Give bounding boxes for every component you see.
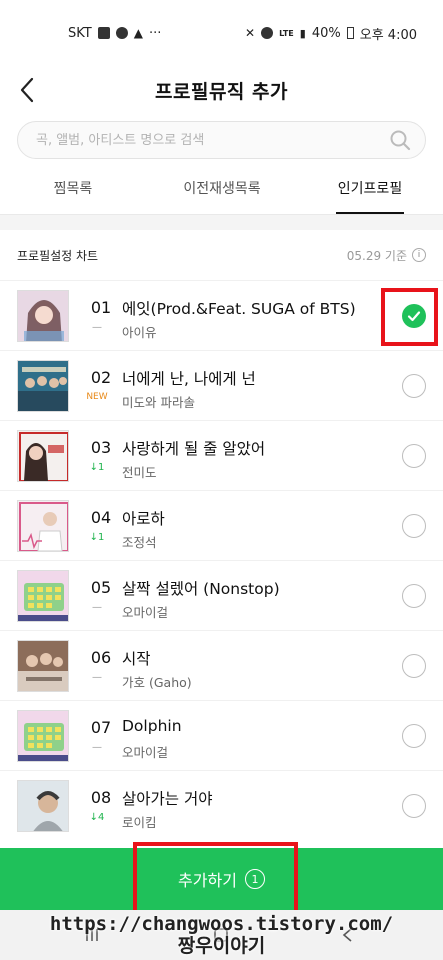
song-row[interactable]: 08 ↓4 살아가는 거야 로이킴: [0, 770, 443, 840]
song-list: 01 — 에잇(Prod.&Feat. SUGA of BTS) 아이유 02 …: [0, 280, 443, 840]
clock-time: 오후 4:00: [359, 27, 417, 43]
album-cover: [17, 640, 69, 692]
page-title: 프로필뮤직 추가: [155, 80, 288, 103]
rank-change: —: [92, 742, 102, 753]
warning-icon: ▲: [133, 26, 143, 40]
chart-header: 프로필설정 차트 05.29 기준 i: [0, 230, 443, 280]
tab-previous-playlist-label: 이전재생목록: [183, 181, 261, 197]
song-artist: 전미도: [122, 465, 157, 480]
battery-percent: 40%: [311, 25, 341, 41]
song-rank: 06: [90, 648, 112, 667]
rank-change: ↓4: [89, 812, 105, 823]
song-row[interactable]: 05 — 살짝 설렜어 (Nonstop) 오마이걸: [0, 560, 443, 630]
album-cover: [17, 570, 69, 622]
song-rank: 01: [90, 298, 112, 317]
song-title: Dolphin: [122, 717, 182, 735]
rank-change: —: [92, 322, 102, 333]
album-cover: [17, 430, 69, 482]
album-cover: [17, 780, 69, 832]
song-artist: 미도와 파라솔: [122, 395, 195, 410]
chart-date: 05.29 기준 i: [347, 247, 426, 264]
album-cover: [17, 500, 69, 552]
signal-icon: ▮: [299, 26, 306, 40]
mute-icon: ✕: [245, 26, 256, 40]
alarm-icon: [261, 27, 274, 39]
rank-change: —: [92, 672, 102, 683]
album-cover: [17, 290, 69, 342]
lte-label: LTE: [279, 28, 294, 38]
select-radio[interactable]: [402, 584, 426, 608]
song-row[interactable]: 06 — 시작 가호 (Gaho): [0, 630, 443, 700]
song-artist: 조정석: [122, 535, 157, 550]
song-rank: 04: [90, 508, 112, 527]
song-row[interactable]: 01 — 에잇(Prod.&Feat. SUGA of BTS) 아이유: [0, 280, 443, 350]
search-bar[interactable]: [17, 121, 426, 159]
back-button[interactable]: [12, 74, 42, 106]
song-artist: 아이유: [122, 325, 157, 340]
song-title: 살짝 설렜어 (Nonstop): [122, 580, 280, 598]
watermark: https://changwoos.tistory.com/ 짱우이야기: [0, 913, 443, 957]
watermark-url: https://changwoos.tistory.com/: [49, 913, 394, 935]
song-row[interactable]: 04 ↓1 아로하 조정석: [0, 490, 443, 560]
chevron-left-icon: [20, 77, 34, 103]
chart-date-label: 05.29 기준: [346, 248, 407, 263]
image-notification-icon: [97, 27, 110, 39]
song-title: 너에게 난, 나에게 넌: [122, 370, 256, 388]
select-radio[interactable]: [402, 374, 426, 398]
song-rank: 07: [90, 718, 112, 737]
tab-favorites[interactable]: 찜목록: [38, 162, 108, 214]
select-radio[interactable]: [402, 794, 426, 818]
select-radio[interactable]: [402, 724, 426, 748]
battery-icon: [346, 27, 354, 39]
search-icon[interactable]: [389, 129, 411, 151]
rank-change: —: [92, 602, 102, 613]
song-title: 사랑하게 될 줄 알았어: [122, 440, 266, 458]
rank-change: ↓1: [89, 462, 105, 473]
chart-title: 프로필설정 차트: [17, 248, 99, 263]
song-artist: 오마이걸: [122, 745, 169, 760]
song-artist: 가호 (Gaho): [122, 675, 192, 690]
song-title: 시작: [122, 650, 151, 668]
song-title: 살아가는 거야: [122, 790, 213, 808]
section-divider: [0, 214, 443, 230]
highlight-box: [381, 288, 438, 346]
song-rank: 08: [90, 788, 112, 807]
album-cover: [17, 360, 69, 412]
page-header: 프로필뮤직 추가: [0, 66, 443, 114]
tab-favorites-label: 찜목록: [53, 181, 93, 197]
song-row[interactable]: 03 ↓1 사랑하게 될 줄 알았어 전미도: [0, 420, 443, 490]
rank-change: ↓1: [89, 532, 105, 543]
tab-previous-playlist[interactable]: 이전재생목록: [172, 162, 272, 214]
song-artist: 오마이걸: [122, 605, 169, 620]
song-rank: 02: [90, 368, 112, 387]
status-bar: SKT ▲ ··· ✕ LTE ▮ 40% 오후 4:00: [0, 0, 443, 66]
info-icon[interactable]: i: [412, 248, 426, 262]
song-rank: 05: [90, 578, 112, 597]
song-row[interactable]: 02 NEW 너에게 난, 나에게 넌 미도와 파라솔: [0, 350, 443, 420]
song-title: 아로하: [122, 510, 165, 528]
select-radio[interactable]: [402, 654, 426, 678]
song-row[interactable]: 07 — Dolphin 오마이걸: [0, 700, 443, 770]
select-radio[interactable]: [402, 444, 426, 468]
song-artist: 로이킴: [122, 815, 157, 830]
tab-popular-profile-label: 인기프로필: [337, 181, 403, 197]
more-notifications-label: ···: [148, 25, 162, 41]
watermark-blog-name: 짱우이야기: [177, 935, 266, 957]
tab-popular-profile[interactable]: 인기프로필: [336, 162, 404, 214]
tab-bar: 찜목록 이전재생목록 인기프로필: [0, 162, 443, 214]
song-title: 에잇(Prod.&Feat. SUGA of BTS): [122, 300, 356, 318]
highlight-box: [133, 842, 298, 918]
search-input[interactable]: [36, 132, 389, 148]
rank-change: NEW: [86, 392, 108, 402]
carrier-label: SKT: [68, 25, 92, 41]
song-rank: 03: [90, 438, 112, 457]
album-cover: [17, 710, 69, 762]
talk-notification-icon: [115, 27, 128, 39]
select-radio[interactable]: [402, 514, 426, 538]
